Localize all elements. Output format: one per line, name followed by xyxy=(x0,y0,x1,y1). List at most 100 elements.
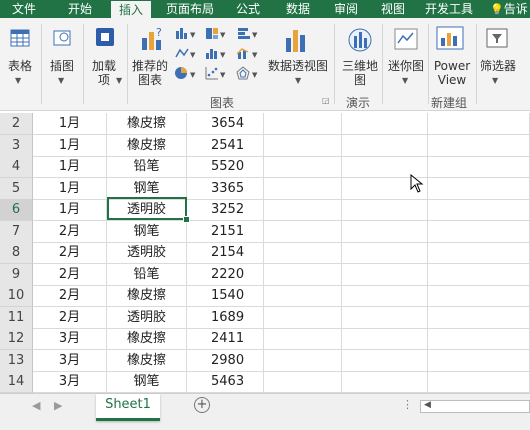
cell-item[interactable]: 橡皮擦 xyxy=(107,285,187,307)
cell-month[interactable]: 3月 xyxy=(33,328,107,350)
table-button[interactable]: 表格 xyxy=(4,59,36,73)
cell-empty[interactable] xyxy=(428,135,530,157)
column-chart-icon[interactable]: ▼ xyxy=(174,26,200,43)
cell-empty[interactable] xyxy=(428,199,530,221)
cell-empty[interactable] xyxy=(342,328,428,350)
radar-chart-icon[interactable]: ▼ xyxy=(236,66,262,83)
statistic-chart-icon[interactable]: ▼ xyxy=(204,46,230,63)
cell-empty[interactable] xyxy=(342,135,428,157)
cell-empty[interactable] xyxy=(428,178,530,200)
cell-item[interactable]: 透明胶 xyxy=(107,307,187,329)
cell-empty[interactable] xyxy=(264,307,342,329)
row-header[interactable]: 10 xyxy=(0,285,33,307)
cell-empty[interactable] xyxy=(428,285,530,307)
cell-empty[interactable] xyxy=(264,285,342,307)
row-header[interactable]: 4 xyxy=(0,156,33,178)
cell-qty[interactable]: 1540 xyxy=(187,285,264,307)
cell-month[interactable]: 2月 xyxy=(33,264,107,286)
cell-qty[interactable]: 1689 xyxy=(187,307,264,329)
tell-me[interactable]: 💡告诉 xyxy=(490,0,530,18)
cell-item[interactable]: 钢笔 xyxy=(107,371,187,393)
tab-home[interactable]: 开始 xyxy=(60,0,100,18)
sheet-tab[interactable]: Sheet1 xyxy=(96,394,160,421)
cell-item[interactable]: 橡皮擦 xyxy=(107,135,187,157)
cell-qty[interactable]: 2411 xyxy=(187,328,264,350)
cell-empty[interactable] xyxy=(264,221,342,243)
cell-item[interactable]: 橡皮擦 xyxy=(107,350,187,372)
cell-empty[interactable] xyxy=(342,285,428,307)
worksheet-grid[interactable]: 2 1月 橡皮擦 3654 3 1月 橡皮擦 2541 4 1月 铅笔 5520 5 1月 钢笔 3365 6 1… xyxy=(0,111,530,393)
cell-month[interactable]: 2月 xyxy=(33,307,107,329)
combo-chart-icon[interactable]: ▼ xyxy=(236,46,262,63)
tab-review[interactable]: 审阅 xyxy=(326,0,366,18)
cell-qty[interactable]: 5520 xyxy=(187,156,264,178)
cell-empty[interactable] xyxy=(428,221,530,243)
cell-item[interactable]: 铅笔 xyxy=(107,156,187,178)
cell-qty[interactable]: 2980 xyxy=(187,350,264,372)
cell-month[interactable]: 1月 xyxy=(33,178,107,200)
cell-month[interactable]: 3月 xyxy=(33,371,107,393)
cell-empty[interactable] xyxy=(264,113,342,135)
scroll-left-icon[interactable]: ◀ xyxy=(424,400,431,410)
scatter-chart-icon[interactable]: ▼ xyxy=(204,66,230,83)
cell-empty[interactable] xyxy=(428,113,530,135)
hierarchy-chart-icon[interactable]: ▼ xyxy=(204,26,230,43)
more-options-icon[interactable]: ⋮ xyxy=(402,398,413,411)
cell-month[interactable]: 1月 xyxy=(33,156,107,178)
row-header[interactable]: 14 xyxy=(0,371,33,393)
cell-qty[interactable]: 2154 xyxy=(187,242,264,264)
cell-empty[interactable] xyxy=(264,178,342,200)
cell-month[interactable]: 1月 xyxy=(33,113,107,135)
row-header[interactable]: 12 xyxy=(0,328,33,350)
cell-item[interactable]: 橡皮擦 xyxy=(107,328,187,350)
tab-developer[interactable]: 开发工具 xyxy=(418,0,480,18)
cell-empty[interactable] xyxy=(342,199,428,221)
add-sheet-icon[interactable]: + xyxy=(194,397,210,413)
cell-qty[interactable]: 5463 xyxy=(187,371,264,393)
cell-empty[interactable] xyxy=(342,307,428,329)
cell-qty[interactable]: 3365 xyxy=(187,178,264,200)
cell-item[interactable]: 透明胶 xyxy=(107,242,187,264)
cell-month[interactable]: 2月 xyxy=(33,285,107,307)
row-header[interactable]: 2 xyxy=(0,113,33,135)
cell-empty[interactable] xyxy=(342,371,428,393)
cell-empty[interactable] xyxy=(264,371,342,393)
cell-item[interactable]: 透明胶 xyxy=(107,199,187,221)
power-view-button[interactable]: Power View xyxy=(430,59,474,87)
bar-chart-icon[interactable]: ▼ xyxy=(236,26,262,43)
cell-qty[interactable]: 3252 xyxy=(187,199,264,221)
pivot-chart-button[interactable]: 数据透视图 xyxy=(266,59,330,73)
prev-sheet-icon[interactable]: ◀ xyxy=(32,399,40,412)
cell-item[interactable]: 钢笔 xyxy=(107,221,187,243)
cell-empty[interactable] xyxy=(264,135,342,157)
cell-empty[interactable] xyxy=(342,242,428,264)
cell-empty[interactable] xyxy=(428,371,530,393)
cell-empty[interactable] xyxy=(342,350,428,372)
line-chart-icon[interactable]: ▼ xyxy=(174,46,200,63)
cell-item[interactable]: 钢笔 xyxy=(107,178,187,200)
cell-item[interactable]: 橡皮擦 xyxy=(107,113,187,135)
3d-map-button[interactable]: 三维地图 xyxy=(340,59,380,87)
row-header[interactable]: 9 xyxy=(0,264,33,286)
row-header[interactable]: 5 xyxy=(0,178,33,200)
cell-qty[interactable]: 2541 xyxy=(187,135,264,157)
cell-item[interactable]: 铅笔 xyxy=(107,264,187,286)
row-header[interactable]: 8 xyxy=(0,242,33,264)
cell-empty[interactable] xyxy=(342,221,428,243)
tab-view[interactable]: 视图 xyxy=(373,0,413,18)
cell-empty[interactable] xyxy=(428,156,530,178)
cell-empty[interactable] xyxy=(264,242,342,264)
tab-insert[interactable]: 插入 xyxy=(111,1,151,18)
cell-empty[interactable] xyxy=(264,350,342,372)
filters-button[interactable]: 筛选器 xyxy=(478,59,518,73)
horizontal-scrollbar[interactable]: ◀ xyxy=(420,400,530,413)
dialog-launcher-icon[interactable]: ◲ xyxy=(322,96,330,105)
cell-empty[interactable] xyxy=(428,307,530,329)
cell-month[interactable]: 3月 xyxy=(33,350,107,372)
row-header[interactable]: 3 xyxy=(0,135,33,157)
cell-empty[interactable] xyxy=(428,242,530,264)
tab-page-layout[interactable]: 页面布局 xyxy=(160,0,220,18)
cell-empty[interactable] xyxy=(428,328,530,350)
sparklines-button[interactable]: 迷你图 xyxy=(386,59,426,73)
tab-file[interactable]: 文件 xyxy=(4,0,44,18)
